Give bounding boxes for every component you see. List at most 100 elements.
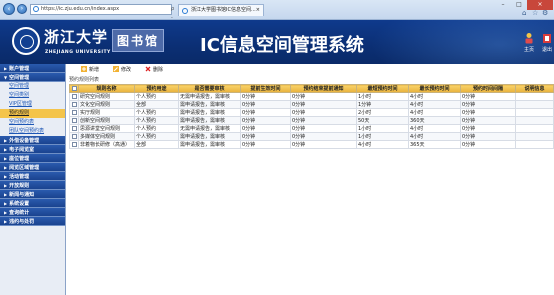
cell-end-notice: 0分钟 bbox=[290, 100, 357, 109]
close-window-button[interactable]: × bbox=[527, 0, 553, 10]
cell-purpose: 全部 bbox=[134, 140, 179, 149]
sidebar-section-seats[interactable]: ▶ 座位管理 bbox=[0, 154, 65, 163]
tab-close-icon[interactable]: × bbox=[256, 5, 260, 16]
expand-arrow-icon: ▶ bbox=[4, 147, 8, 152]
col-header-rule-name[interactable]: 规则名称 bbox=[78, 84, 135, 93]
expand-arrow-icon: ▶ bbox=[4, 66, 8, 71]
cell-description bbox=[515, 140, 554, 149]
sidebar-section-reading-area[interactable]: ▶ 阅览区域管理 bbox=[0, 163, 65, 172]
table-header-row: 规则名称 预约用途 是否需要审核 提前生效时间 预约结束提前通知 最短预约时间 … bbox=[69, 84, 554, 93]
cell-review: 需申请报告，需审核 bbox=[178, 116, 241, 125]
col-header-advance-effect[interactable]: 提前生效时间 bbox=[240, 84, 291, 93]
sidebar-section-news[interactable]: ▶ 新闻与通知 bbox=[0, 190, 65, 199]
expand-arrow-icon: ▶ bbox=[4, 210, 8, 215]
cell-purpose: 个人预约 bbox=[134, 132, 179, 141]
cell-rule-name: 研究空间规则 bbox=[78, 92, 135, 101]
add-button[interactable]: 新增 bbox=[81, 66, 99, 74]
cell-max-time: 4小时 bbox=[408, 108, 461, 117]
forward-arrow-icon[interactable]: › bbox=[17, 4, 27, 14]
table-row[interactable]: 思源讲堂空间规则 个人预约 无需申请报告，需审核 0分钟 0分钟 1小时 4小时… bbox=[69, 124, 554, 133]
cell-end-notice: 0分钟 bbox=[290, 132, 357, 141]
cell-max-time: 4小时 bbox=[408, 92, 461, 101]
cell-review: 需申请报告，需审核 bbox=[178, 108, 241, 117]
cell-description bbox=[515, 124, 554, 133]
table-row[interactable]: 非着物长研修（高通） 全部 需申请报告，需审核 0分钟 0分钟 4小时 365天… bbox=[69, 140, 554, 149]
table-row[interactable]: 文化空间规则 全部 需申请报告，需审核 0分钟 0分钟 1分钟 4小时 0分钟 bbox=[69, 100, 554, 109]
sidebar-section-open-rules[interactable]: ▶ 开放规则 bbox=[0, 181, 65, 190]
cell-min-time: 1小时 bbox=[356, 124, 409, 133]
col-header-min-time[interactable]: 最短预约时间 bbox=[356, 84, 409, 93]
sidebar-section-e-reading[interactable]: ▶ 电子阅览室 bbox=[0, 145, 65, 154]
settings-gear-icon[interactable]: ⚙ bbox=[542, 9, 548, 17]
sidebar-section-activity[interactable]: ▶ 活动管理 bbox=[0, 172, 65, 181]
expand-arrow-icon: ▶ bbox=[4, 138, 8, 143]
sidebar-item-booking-rules[interactable]: 预约规则 bbox=[0, 109, 65, 118]
user-home-icon bbox=[525, 33, 533, 44]
table-row[interactable]: 创新空间规则 个人预约 需申请报告，需审核 0分钟 0分钟 50天 360天 0… bbox=[69, 116, 554, 125]
row-checkbox[interactable] bbox=[69, 100, 79, 109]
rules-table: 规则名称 预约用途 是否需要审核 提前生效时间 预约结束提前通知 最短预约时间 … bbox=[69, 84, 554, 149]
sidebar-item-space-management[interactable]: 空间管理 bbox=[0, 82, 65, 91]
cell-purpose: 个人预约 bbox=[134, 124, 179, 133]
university-logo-text: 浙江大学 bbox=[44, 28, 109, 46]
sidebar-item-vip-area[interactable]: VIP区管理 bbox=[0, 100, 65, 109]
row-checkbox[interactable] bbox=[69, 140, 79, 149]
breadcrumb: 预约规则列表 bbox=[69, 77, 100, 83]
sidebar-section-space[interactable]: ▼ 空间管理 bbox=[0, 73, 65, 82]
toolbar: 新增 修改 删除 bbox=[67, 64, 554, 75]
col-header-max-time[interactable]: 最长预约时间 bbox=[408, 84, 461, 93]
col-header-review[interactable]: 是否需要审核 bbox=[178, 84, 241, 93]
university-seal-icon bbox=[12, 27, 40, 55]
edit-button[interactable]: 修改 bbox=[113, 66, 131, 74]
col-header-description[interactable]: 说明信息 bbox=[515, 84, 554, 93]
expand-arrow-icon: ▶ bbox=[4, 174, 8, 179]
sidebar-section-violations[interactable]: ▶ 违约与处罚 bbox=[0, 217, 65, 226]
row-checkbox[interactable] bbox=[69, 92, 79, 101]
delete-button[interactable]: 删除 bbox=[145, 66, 163, 74]
cell-max-time: 4小时 bbox=[408, 100, 461, 109]
cell-interval: 0分钟 bbox=[460, 100, 516, 109]
home-button[interactable]: 主页 bbox=[520, 32, 538, 53]
browser-tab[interactable]: 浙江大学图书馆IC信息空间... × bbox=[178, 4, 264, 16]
favorites-star-icon[interactable]: ☆ bbox=[532, 9, 538, 17]
col-header-purpose[interactable]: 预约用途 bbox=[134, 84, 179, 93]
sidebar-section-account[interactable]: ▶ 账户管理 bbox=[0, 64, 65, 73]
table-row[interactable]: 研究空间规则 个人预约 无需申请报告，需审核 0分钟 0分钟 1小时 4小时 0… bbox=[69, 92, 554, 101]
address-bar[interactable]: https://ic.zju.edu.cn/index.aspx ρ - ⊖ C… bbox=[30, 4, 175, 48]
minimize-button[interactable]: – bbox=[495, 0, 511, 10]
col-header-interval[interactable]: 预约时间间隔 bbox=[460, 84, 516, 93]
sidebar-item-space-booking-table[interactable]: 空间预约表 bbox=[0, 118, 65, 127]
exit-button[interactable]: 退出 bbox=[538, 32, 554, 53]
cell-description bbox=[515, 116, 554, 125]
table-row[interactable]: 实厅规则 个人预约 需申请报告，需审核 0分钟 0分钟 2小时 4小时 0分钟 bbox=[69, 108, 554, 117]
cell-min-time: 1分钟 bbox=[356, 100, 409, 109]
cell-interval: 0分钟 bbox=[460, 116, 516, 125]
row-checkbox[interactable] bbox=[69, 124, 79, 133]
back-arrow-icon[interactable]: ‹ bbox=[3, 3, 15, 15]
cell-description bbox=[515, 108, 554, 117]
cell-purpose: 个人预约 bbox=[134, 92, 179, 101]
cell-advance-effect: 0分钟 bbox=[240, 92, 291, 101]
sidebar-section-settings[interactable]: ▶ 系统设置 bbox=[0, 199, 65, 208]
cell-review: 需申请报告，需审核 bbox=[178, 140, 241, 149]
site-header: 浙江大学 ZHEJIANG UNIVERSITY 图书馆 IC信息空间管理系统 … bbox=[0, 20, 554, 64]
sidebar-item-team-booking-table[interactable]: 团队空间预约表 bbox=[0, 127, 65, 136]
sidebar-section-equipment[interactable]: ▶ 外借设备管理 bbox=[0, 136, 65, 145]
select-all-checkbox[interactable] bbox=[69, 84, 79, 93]
cell-advance-effect: 0分钟 bbox=[240, 108, 291, 117]
row-checkbox[interactable] bbox=[69, 116, 79, 125]
col-header-end-notice[interactable]: 预约结束提前通知 bbox=[290, 84, 357, 93]
expand-arrow-icon: ▶ bbox=[4, 201, 8, 206]
row-checkbox[interactable] bbox=[69, 108, 79, 117]
cell-end-notice: 0分钟 bbox=[290, 92, 357, 101]
exit-icon bbox=[543, 34, 551, 43]
edit-icon bbox=[113, 66, 119, 72]
table-row[interactable]: 多媒体空间规则 个人预约 需申请报告，需审核 0分钟 0分钟 1小时 4小时 0… bbox=[69, 132, 554, 141]
sidebar-section-statistics[interactable]: ▶ 查询统计 bbox=[0, 208, 65, 217]
home-icon[interactable]: ⌂ bbox=[522, 9, 526, 17]
cell-review: 无需申请报告，需审核 bbox=[178, 124, 241, 133]
cell-purpose: 个人预约 bbox=[134, 116, 179, 125]
cell-rule-name: 创新空间规则 bbox=[78, 116, 135, 125]
row-checkbox[interactable] bbox=[69, 132, 79, 141]
sidebar-item-space-category[interactable]: 空间类别 bbox=[0, 91, 65, 100]
